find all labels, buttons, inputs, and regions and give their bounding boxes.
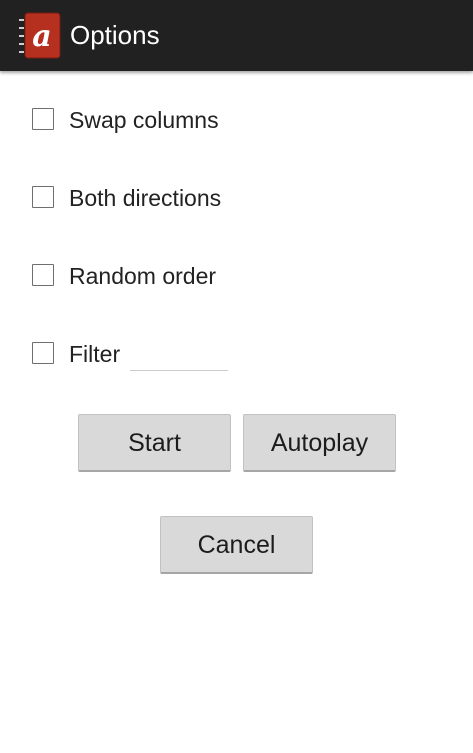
start-button[interactable]: Start: [78, 414, 231, 472]
filter-label[interactable]: Filter: [69, 339, 120, 369]
swap-columns-label[interactable]: Swap columns: [69, 105, 219, 135]
page-title: Options: [70, 20, 160, 50]
action-bar: a Options: [0, 0, 473, 71]
random-order-label[interactable]: Random order: [69, 261, 216, 291]
both-directions-label[interactable]: Both directions: [69, 183, 221, 213]
both-directions-checkbox[interactable]: [32, 186, 54, 208]
cancel-button[interactable]: Cancel: [160, 516, 313, 574]
svg-text:a: a: [32, 19, 51, 54]
swap-columns-checkbox[interactable]: [32, 108, 54, 130]
random-order-checkbox[interactable]: [32, 264, 54, 286]
app-logo-icon[interactable]: a: [19, 12, 61, 59]
autoplay-button[interactable]: Autoplay: [243, 414, 396, 472]
filter-input[interactable]: [130, 338, 228, 371]
filter-checkbox[interactable]: [32, 342, 54, 364]
